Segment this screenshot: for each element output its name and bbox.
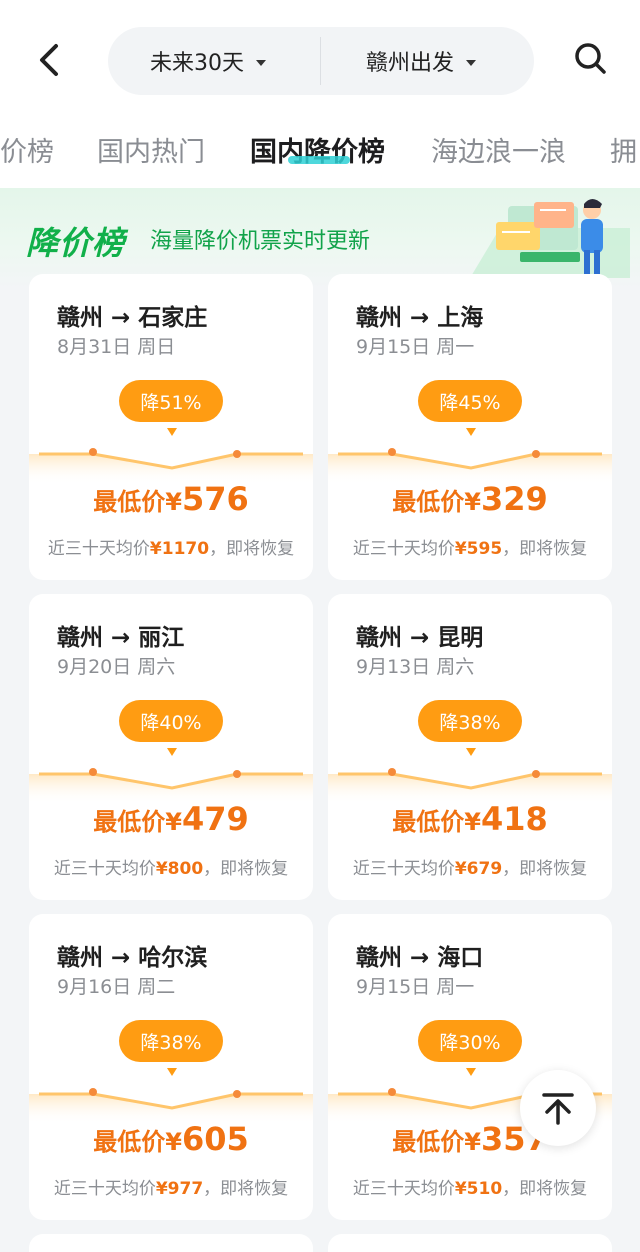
avg-price-value: ¥510 [454, 1179, 503, 1199]
average-price-note: 近三十天均价¥510，即将恢复 [328, 1174, 612, 1199]
departure-date: 9月16日 周二 [57, 976, 176, 998]
origin-filter-label: 赣州出发 [366, 51, 455, 76]
departure-date: 9月15日 周一 [356, 976, 475, 998]
price-trend-chart-icon [29, 748, 313, 804]
filter-divider [320, 37, 321, 85]
price-value: 605 [181, 1120, 249, 1158]
avg-suffix: ，即将恢复 [209, 539, 295, 559]
price-trend-chart-icon [328, 428, 612, 484]
avg-price-value: ¥595 [454, 539, 503, 559]
average-price-note: 近三十天均价¥595，即将恢复 [328, 534, 612, 559]
price-label: 最低价¥ [93, 1128, 182, 1156]
price-value: 576 [181, 480, 249, 518]
route-label: 赣州 → 昆明 [356, 625, 484, 651]
back-button[interactable] [30, 40, 70, 80]
banner-title: 降价榜 [26, 224, 126, 262]
category-tabs: 价榜 国内热门 国内降价榜 海边浪一浪 拥 [0, 112, 640, 188]
time-filter-dropdown[interactable]: 未来30天 [150, 27, 266, 95]
time-filter-label: 未来30天 [150, 51, 244, 76]
price-value: 329 [480, 480, 548, 518]
avg-prefix: 近三十天均价 [352, 539, 455, 559]
price-value: 418 [480, 800, 548, 838]
discount-badge: 降45% [418, 380, 522, 422]
average-price-note: 近三十天均价¥1170，即将恢复 [29, 534, 313, 559]
caret-down-icon [256, 59, 266, 66]
average-price-note: 近三十天均价¥679，即将恢复 [328, 854, 612, 879]
departure-date: 8月31日 周日 [57, 336, 176, 358]
arrow-up-to-top-icon [542, 1093, 574, 1125]
flight-deal-card-partial[interactable] [29, 1234, 313, 1252]
lowest-price: 最低价¥479 [29, 800, 313, 838]
price-label: 最低价¥ [93, 488, 182, 516]
avg-prefix: 近三十天均价 [352, 859, 455, 879]
avg-suffix: ，即将恢复 [502, 1179, 588, 1199]
average-price-note: 近三十天均价¥800，即将恢复 [29, 854, 313, 879]
avg-prefix: 近三十天均价 [352, 1179, 455, 1199]
chevron-left-icon [40, 44, 58, 76]
price-label: 最低价¥ [93, 808, 182, 836]
discount-badge: 降40% [119, 700, 223, 742]
discount-badge: 降38% [418, 700, 522, 742]
flight-deal-card[interactable]: 赣州 → 上海 9月15日 周一 降45% 最低价¥329 近三十天均价¥595… [328, 274, 612, 580]
flight-deal-card-partial[interactable] [328, 1234, 612, 1252]
departure-date: 9月20日 周六 [57, 656, 176, 678]
lowest-price: 最低价¥329 [328, 480, 612, 518]
person-with-card-illustration-icon [470, 199, 630, 278]
average-price-note: 近三十天均价¥977，即将恢复 [29, 1174, 313, 1199]
back-to-top-button[interactable] [520, 1070, 596, 1146]
route-label: 赣州 → 上海 [356, 305, 484, 331]
tab-more-partial[interactable]: 拥 [610, 130, 637, 169]
price-drop-banner: 降价榜 海量降价机票实时更新 [0, 188, 640, 288]
price-value: 479 [181, 800, 249, 838]
avg-price-value: ¥800 [155, 859, 204, 879]
flight-deal-card[interactable]: 赣州 → 海口 9月15日 周一 降30% 最低价¥357 近三十天均价¥510… [328, 914, 612, 1220]
tab-seaside[interactable]: 海边浪一浪 [431, 130, 566, 169]
avg-price-value: ¥977 [155, 1179, 204, 1199]
lowest-price: 最低价¥576 [29, 480, 313, 518]
avg-suffix: ，即将恢复 [502, 859, 588, 879]
price-trend-chart-icon [328, 748, 612, 804]
search-button[interactable] [570, 38, 610, 78]
caret-down-icon [466, 59, 477, 66]
tab-domestic-hot[interactable]: 国内热门 [97, 130, 205, 169]
discount-badge: 降51% [119, 380, 223, 422]
discount-badge: 降30% [418, 1020, 522, 1062]
lowest-price: 最低价¥418 [328, 800, 612, 838]
avg-prefix: 近三十天均价 [47, 539, 150, 559]
avg-price-value: ¥679 [454, 859, 503, 879]
avg-prefix: 近三十天均价 [53, 859, 156, 879]
avg-prefix: 近三十天均价 [53, 1179, 156, 1199]
origin-filter-dropdown[interactable]: 赣州出发 [366, 27, 477, 95]
price-trend-chart-icon [29, 428, 313, 484]
price-label: 最低价¥ [392, 1128, 481, 1156]
flight-deal-card[interactable]: 赣州 → 哈尔滨 9月16日 周二 降38% 最低价¥605 近三十天均价¥97… [29, 914, 313, 1220]
price-label: 最低价¥ [392, 808, 481, 836]
flight-deal-card[interactable]: 赣州 → 昆明 9月13日 周六 降38% 最低价¥418 近三十天均价¥679… [328, 594, 612, 900]
price-trend-chart-icon [29, 1068, 313, 1124]
banner-subtitle: 海量降价机票实时更新 [150, 229, 371, 254]
price-label: 最低价¥ [392, 488, 481, 516]
route-label: 赣州 → 海口 [356, 945, 484, 971]
filter-bar: 未来30天 赣州出发 [108, 27, 534, 95]
tab-price-rank-partial[interactable]: 价榜 [0, 130, 54, 169]
avg-suffix: ，即将恢复 [203, 1179, 289, 1199]
route-label: 赣州 → 石家庄 [57, 305, 208, 331]
active-tab-indicator [288, 156, 350, 164]
departure-date: 9月15日 周一 [356, 336, 475, 358]
departure-date: 9月13日 周六 [356, 656, 475, 678]
flight-deal-card[interactable]: 赣州 → 丽江 9月20日 周六 降40% 最低价¥479 近三十天均价¥800… [29, 594, 313, 900]
search-icon [575, 43, 606, 74]
discount-badge: 降38% [119, 1020, 223, 1062]
route-label: 赣州 → 丽江 [57, 625, 185, 651]
lowest-price: 最低价¥605 [29, 1120, 313, 1158]
avg-suffix: ，即将恢复 [203, 859, 289, 879]
avg-price-value: ¥1170 [149, 539, 210, 559]
route-label: 赣州 → 哈尔滨 [57, 945, 208, 971]
flight-deal-card[interactable]: 赣州 → 石家庄 8月31日 周日 降51% 最低价¥576 近三十天均价¥11… [29, 274, 313, 580]
avg-suffix: ，即将恢复 [502, 539, 588, 559]
